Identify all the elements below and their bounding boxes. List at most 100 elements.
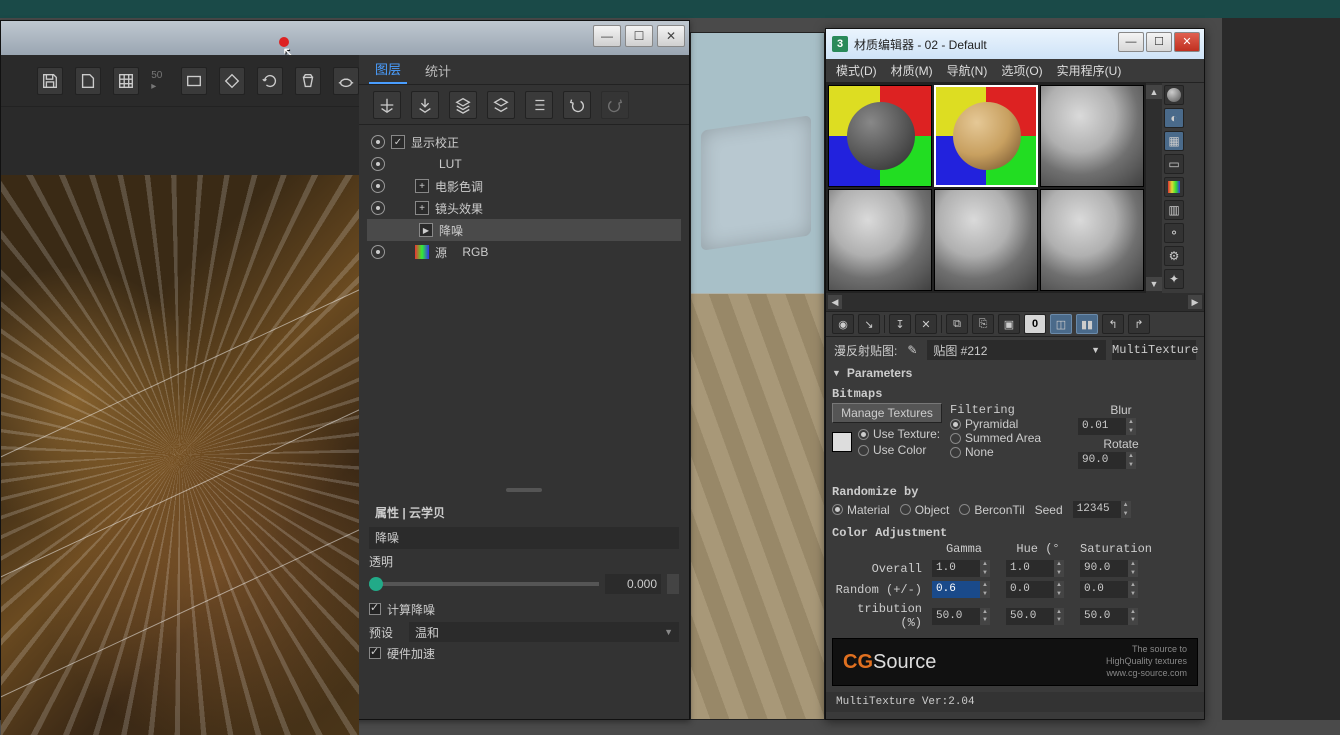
- undo-icon[interactable]: [563, 91, 591, 119]
- blur-spinner[interactable]: 0.01▲▼: [1078, 418, 1136, 435]
- video-check-icon[interactable]: ▥: [1164, 200, 1184, 220]
- visibility-icon[interactable]: [371, 179, 385, 193]
- visibility-icon[interactable]: [371, 157, 385, 171]
- clone-icon[interactable]: ⧉: [946, 314, 968, 334]
- visibility-icon[interactable]: [371, 135, 385, 149]
- radio-pyramidal[interactable]: [950, 419, 961, 430]
- transparency-value[interactable]: 0.000: [605, 574, 661, 594]
- save-icon[interactable]: [37, 67, 63, 95]
- close-button[interactable]: ✕: [1174, 32, 1200, 52]
- menu-options[interactable]: 选项(O): [1001, 62, 1042, 79]
- tree-row[interactable]: 镜头效果: [367, 197, 681, 219]
- stack2-icon[interactable]: [487, 91, 515, 119]
- minimize-button[interactable]: —: [1118, 32, 1144, 52]
- refresh-icon[interactable]: [257, 67, 283, 95]
- random-hue-spinner[interactable]: 0.0▲▼: [1006, 581, 1070, 598]
- get-material-icon[interactable]: ◉: [832, 314, 854, 334]
- redo-icon[interactable]: [601, 91, 629, 119]
- tab-layers[interactable]: 图层: [369, 55, 407, 84]
- visibility-icon[interactable]: [371, 201, 385, 215]
- menu-navigate[interactable]: 导航(N): [947, 62, 988, 79]
- maximize-button[interactable]: ☐: [625, 25, 653, 47]
- delete-icon[interactable]: ✕: [915, 314, 937, 334]
- preset-dropdown[interactable]: 温和 ▼: [409, 622, 679, 642]
- tree-row[interactable]: 显示校正: [367, 131, 681, 153]
- radio-use-texture[interactable]: [858, 429, 869, 440]
- spinner-buttons[interactable]: [667, 574, 679, 594]
- checkbox-icon[interactable]: [369, 603, 381, 615]
- scroll-right-icon[interactable]: ▶: [1188, 295, 1202, 309]
- fit-icon[interactable]: [181, 67, 207, 95]
- material-slot[interactable]: [828, 189, 932, 291]
- checkbox-icon[interactable]: [369, 647, 381, 659]
- pick-icon[interactable]: ✎: [903, 343, 921, 357]
- tab-stats[interactable]: 统计: [419, 57, 457, 84]
- random-sat-spinner[interactable]: 0.0▲▼: [1080, 581, 1144, 598]
- radio-material[interactable]: [832, 504, 843, 515]
- tree-row-selected[interactable]: 降噪: [367, 219, 681, 241]
- go-to-parent-icon[interactable]: ↰: [1102, 314, 1124, 334]
- sample-background-icon[interactable]: ▦: [1164, 131, 1184, 151]
- splitter-handle[interactable]: [359, 484, 689, 496]
- play-icon[interactable]: [419, 223, 433, 237]
- make-preview-icon[interactable]: ⚬: [1164, 223, 1184, 243]
- material-slot-active[interactable]: [934, 85, 1038, 187]
- sample-colors-icon[interactable]: [1164, 177, 1184, 197]
- material-slot[interactable]: [1040, 85, 1144, 187]
- assign-icon[interactable]: ↧: [889, 314, 911, 334]
- region-icon[interactable]: [219, 67, 245, 95]
- material-slot[interactable]: [934, 189, 1038, 291]
- radio-summed-area[interactable]: [950, 433, 961, 444]
- add-layer-icon[interactable]: [373, 91, 401, 119]
- put-to-library-icon[interactable]: ▣: [998, 314, 1020, 334]
- bucket-icon[interactable]: [295, 67, 321, 95]
- expand-icon[interactable]: [415, 201, 429, 215]
- trib-sat-spinner[interactable]: 50.0▲▼: [1080, 608, 1144, 625]
- tree-row[interactable]: 源 RGB: [367, 241, 681, 263]
- scroll-left-icon[interactable]: ◀: [828, 295, 842, 309]
- rollup-header[interactable]: ▼ Parameters: [832, 363, 1198, 383]
- sample-backlight-icon[interactable]: ◐: [1164, 108, 1184, 128]
- material-slot[interactable]: [828, 85, 932, 187]
- rotate-spinner[interactable]: 90.0▲▼: [1078, 452, 1136, 469]
- slots-hscrollbar[interactable]: ◀ ▶: [826, 293, 1204, 311]
- go-forward-icon[interactable]: ↱: [1128, 314, 1150, 334]
- new-icon[interactable]: [75, 67, 101, 95]
- 3d-viewport[interactable]: [690, 32, 825, 720]
- radio-bercon[interactable]: [959, 504, 970, 515]
- map-type-button[interactable]: MultiTexture: [1112, 340, 1196, 360]
- import-layer-icon[interactable]: [411, 91, 439, 119]
- compute-denoise-checkbox[interactable]: 计算降噪: [369, 598, 679, 620]
- menu-mode[interactable]: 模式(D): [836, 62, 877, 79]
- hw-accel-checkbox[interactable]: 硬件加速: [369, 642, 679, 664]
- color-swatch[interactable]: [832, 432, 852, 452]
- tree-row[interactable]: 电影色调: [367, 175, 681, 197]
- material-slot[interactable]: [1040, 189, 1144, 291]
- menu-utilities[interactable]: 实用程序(U): [1057, 62, 1122, 79]
- make-unique-icon[interactable]: ⎘: [972, 314, 994, 334]
- radio-none[interactable]: [950, 447, 961, 458]
- scroll-up-icon[interactable]: ▲: [1146, 85, 1162, 99]
- options-icon[interactable]: ⚙: [1164, 246, 1184, 266]
- material-id-icon[interactable]: 0: [1024, 314, 1046, 334]
- radio-object[interactable]: [900, 504, 911, 515]
- render-titlebar[interactable]: ↖ — ☐ ✕: [1, 21, 689, 55]
- sample-sphere-icon[interactable]: [1164, 85, 1184, 105]
- cgsource-banner[interactable]: CGSource The source to HighQuality textu…: [832, 638, 1198, 686]
- material-editor-titlebar[interactable]: 3 材质编辑器 - 02 - Default — ☐ ✕: [826, 29, 1204, 59]
- trib-hue-spinner[interactable]: 50.0▲▼: [1006, 608, 1070, 625]
- seed-spinner[interactable]: 12345▲▼: [1073, 501, 1131, 518]
- tree-row[interactable]: LUT: [367, 153, 681, 175]
- minimize-button[interactable]: —: [593, 25, 621, 47]
- render-output-view[interactable]: [1, 175, 359, 735]
- grid-icon[interactable]: [113, 67, 139, 95]
- manage-textures-button[interactable]: Manage Textures: [832, 403, 942, 423]
- close-button[interactable]: ✕: [657, 25, 685, 47]
- teapot-icon[interactable]: [333, 67, 359, 95]
- show-end-result-icon[interactable]: ▮▮: [1076, 314, 1098, 334]
- expand-icon[interactable]: [415, 179, 429, 193]
- transparency-slider[interactable]: [369, 582, 599, 586]
- checkbox-icon[interactable]: [391, 135, 405, 149]
- put-to-scene-icon[interactable]: ↘: [858, 314, 880, 334]
- trib-gamma-spinner[interactable]: 50.0▲▼: [932, 608, 996, 625]
